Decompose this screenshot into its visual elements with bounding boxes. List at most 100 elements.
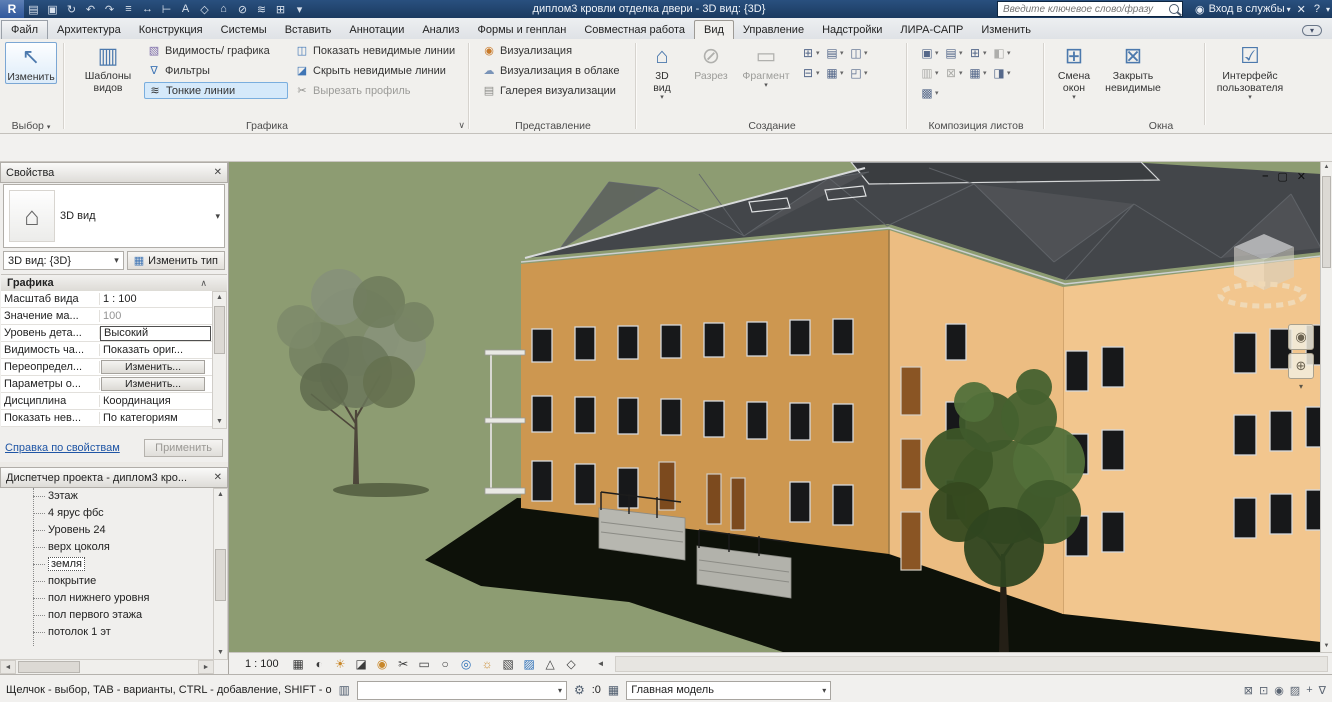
default-3d-view-icon[interactable]: ⌂ bbox=[214, 3, 233, 15]
modify-button[interactable]: ↖ Изменить bbox=[5, 42, 57, 84]
editing-requests-icon[interactable]: ⚙ bbox=[574, 683, 585, 697]
panel-label-presentation[interactable]: Представление bbox=[471, 120, 635, 132]
signin-label[interactable]: Вход в службы bbox=[1209, 3, 1285, 15]
edit-type-button[interactable]: ▦ Изменить тип bbox=[127, 251, 225, 270]
switch-windows-button[interactable]: ⊞ Смена окон ▾ bbox=[1050, 42, 1098, 101]
open-file-icon[interactable]: ▤ bbox=[24, 3, 43, 16]
tab-view[interactable]: Вид bbox=[694, 20, 734, 39]
filters-button[interactable]: ∇ Фильтры bbox=[144, 62, 288, 79]
view-reference-button[interactable]: ▦▾ bbox=[967, 63, 991, 83]
tab-lira-sapr[interactable]: ЛИРА-САПР bbox=[891, 21, 972, 39]
close-hidden-windows-button[interactable]: ⊠ Закрыть невидимые bbox=[1102, 42, 1164, 94]
matchline-button[interactable]: ⊠▾ bbox=[943, 63, 967, 83]
text-note-icon[interactable]: A bbox=[176, 3, 195, 15]
property-row-discipline[interactable]: ДисциплинаКоординация bbox=[1, 393, 213, 410]
tab-file[interactable]: Файл bbox=[1, 20, 48, 39]
schedules-button[interactable]: ◰▾ bbox=[848, 63, 872, 83]
scroll-up-icon[interactable]: ▲ bbox=[213, 292, 226, 304]
title-block-button[interactable]: ▤▾ bbox=[943, 43, 967, 63]
3d-scene[interactable] bbox=[229, 162, 1321, 652]
property-row-scale-value[interactable]: Значение ма...100 bbox=[1, 308, 213, 325]
show-crop-button[interactable]: ▭ bbox=[415, 657, 434, 671]
select-links-toggle[interactable]: ⊠ bbox=[1244, 684, 1253, 697]
tab-modify[interactable]: Изменить bbox=[972, 21, 1040, 39]
app-logo[interactable]: R bbox=[0, 0, 24, 18]
tree-item-level-selected[interactable]: земля bbox=[0, 556, 214, 573]
property-row-parts-visibility[interactable]: Видимость ча...Показать ориг... bbox=[1, 342, 213, 359]
temp-view-properties-button[interactable]: ▨ bbox=[520, 657, 539, 671]
instance-selector[interactable]: 3D вид: {3D} ▾ bbox=[3, 251, 124, 270]
print-icon[interactable]: ≡ bbox=[119, 3, 138, 15]
active-design-option-select[interactable]: Главная модель ▾ bbox=[626, 681, 831, 700]
switch-windows-icon[interactable]: ⊞ bbox=[271, 3, 290, 16]
panel-label-graphics[interactable]: Графика bbox=[66, 120, 468, 132]
project-browser-close-icon[interactable]: ✕ bbox=[214, 472, 222, 483]
guide-grid-button[interactable]: ▥▾ bbox=[919, 63, 943, 83]
scroll-left-icon[interactable]: ◄ bbox=[0, 660, 16, 674]
tree-item-level[interactable]: пол нижнего уровня bbox=[0, 590, 214, 607]
scroll-down-icon[interactable]: ▼ bbox=[214, 647, 227, 659]
visual-style-button[interactable]: ◐ bbox=[310, 657, 329, 671]
user-icon[interactable]: ◉ bbox=[1195, 3, 1205, 16]
plan-views-button[interactable]: ⊞▾ bbox=[800, 43, 824, 63]
tree-item-level[interactable]: пол первого этажа bbox=[0, 607, 214, 624]
viewport-hscrollbar[interactable] bbox=[615, 656, 1328, 672]
tab-analyze[interactable]: Анализ bbox=[413, 21, 468, 39]
reveal-hidden-button[interactable]: ☼ bbox=[478, 657, 497, 671]
properties-close-icon[interactable]: ✕ bbox=[214, 167, 222, 178]
tab-massing-site[interactable]: Формы и генплан bbox=[468, 21, 575, 39]
save-icon[interactable]: ▣ bbox=[43, 3, 62, 16]
crop-view-button[interactable]: ✂ bbox=[394, 657, 413, 671]
panel-label-select[interactable]: Выбор ▾ bbox=[0, 120, 62, 132]
sync-icon[interactable]: ↻ bbox=[62, 3, 81, 16]
navigation-wheel-button[interactable]: ◉ bbox=[1288, 324, 1314, 350]
worksharing-display-button[interactable]: ▧ bbox=[499, 657, 518, 671]
displacement-button[interactable]: ◇ bbox=[562, 657, 581, 671]
scale-button[interactable]: 1 : 100 bbox=[237, 658, 287, 670]
hide-isolate-button[interactable]: ◎ bbox=[457, 657, 476, 671]
sun-path-button[interactable]: ☀ bbox=[331, 657, 350, 671]
tree-item-level[interactable]: потолок 1 эт bbox=[0, 624, 214, 641]
scroll-down-icon[interactable]: ▼ bbox=[213, 416, 226, 428]
drag-on-select-toggle[interactable]: + bbox=[1306, 684, 1312, 696]
show-hidden-lines-button[interactable]: ◫ Показать невидимые линии bbox=[292, 42, 468, 59]
section-button[interactable]: ⊘ Разрез bbox=[688, 42, 734, 82]
callout-button[interactable]: ▭ Фрагмент ▾ bbox=[738, 42, 794, 89]
tab-manage[interactable]: Управление bbox=[734, 21, 813, 39]
tree-item-level[interactable]: покрытие bbox=[0, 573, 214, 590]
measure-icon[interactable]: ↔ bbox=[138, 3, 157, 15]
signin-dropdown-icon[interactable]: ▾ bbox=[1287, 5, 1291, 14]
tag-icon[interactable]: ◇ bbox=[195, 3, 214, 16]
design-options-icon[interactable]: ▦ bbox=[608, 683, 619, 697]
property-row-detail-level[interactable]: Уровень дета...Высокий bbox=[1, 325, 213, 342]
view-close-icon[interactable]: ✕ bbox=[1297, 170, 1306, 183]
new-sheet-button[interactable]: ▣▾ bbox=[919, 43, 943, 63]
aligned-dimension-icon[interactable]: ⊢ bbox=[157, 3, 176, 16]
thin-lines-icon[interactable]: ≋ bbox=[252, 3, 271, 16]
scroll-up-icon[interactable]: ▲ bbox=[1321, 162, 1332, 173]
analytical-model-button[interactable]: △ bbox=[541, 657, 560, 671]
tab-systems[interactable]: Системы bbox=[212, 21, 276, 39]
hscroll-left-icon[interactable]: ◄ bbox=[593, 659, 609, 668]
building-front-wall[interactable] bbox=[485, 230, 889, 554]
elevation-button[interactable]: ▤▾ bbox=[824, 43, 848, 63]
user-interface-button[interactable]: ☑ Интерфейс пользователя ▾ bbox=[1212, 42, 1288, 101]
property-row-graphic-display[interactable]: Параметры о...Изменить... bbox=[1, 376, 213, 393]
drawing-area-3d-view[interactable]: – ▢ ✕ ◉ ⊕ ▾ ▲ ▼ bbox=[229, 162, 1332, 652]
properties-help-link[interactable]: Справка по свойствам bbox=[5, 442, 120, 454]
tree-item-level[interactable]: 4 ярус фбс bbox=[0, 505, 214, 522]
browser-scrollbar[interactable]: ▲ ▼ bbox=[213, 488, 228, 660]
ribbon-display-toggle[interactable]: ▾ bbox=[1302, 25, 1322, 36]
panel-label-sheet-composition[interactable]: Композиция листов bbox=[909, 120, 1043, 132]
help-icon[interactable]: ? bbox=[1314, 3, 1320, 15]
insert-views-button[interactable]: ⊞▾ bbox=[967, 43, 991, 63]
tab-structure[interactable]: Конструкция bbox=[130, 21, 212, 39]
scroll-right-icon[interactable]: ► bbox=[198, 660, 214, 674]
tree-item-level[interactable]: верх цоколя bbox=[0, 539, 214, 556]
property-row-scale[interactable]: Масштаб вида1 : 100 bbox=[1, 291, 213, 308]
tree-item-level[interactable]: Уровень 24 bbox=[0, 522, 214, 539]
render-dialog-button[interactable]: ◉ bbox=[373, 657, 392, 671]
qat-customize-icon[interactable]: ▾ bbox=[290, 3, 309, 16]
zoom-button[interactable]: ⊕ bbox=[1288, 353, 1314, 379]
tab-collaborate[interactable]: Совместная работа bbox=[575, 21, 694, 39]
